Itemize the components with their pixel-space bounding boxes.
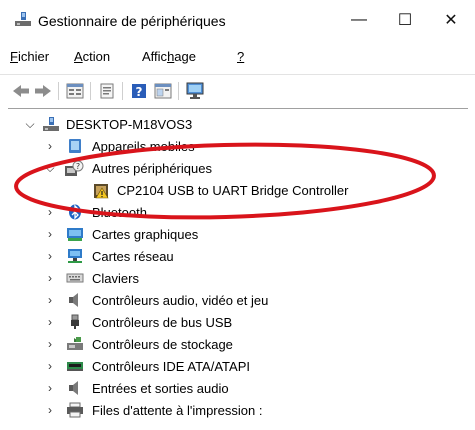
svg-text:?: ? xyxy=(136,85,143,99)
keyboard-icon xyxy=(66,270,84,286)
tree-item-label: Contrôleurs IDE ATA/ATAPI xyxy=(92,359,250,374)
computer-icon xyxy=(42,116,60,132)
update-icon[interactable] xyxy=(152,81,174,101)
tree-item-controleurs-ide[interactable]: › Contrôleurs IDE ATA/ATAPI xyxy=(0,356,475,378)
help-icon[interactable]: ? xyxy=(128,81,150,101)
storage-icon xyxy=(66,336,84,352)
tree-item-label: Claviers xyxy=(92,271,139,286)
tree-item-autres-peripheriques[interactable]: ⌵ ? Autres périphériques xyxy=(0,158,475,180)
chevron-right-icon[interactable]: › xyxy=(44,271,56,285)
view-icon[interactable] xyxy=(96,81,118,101)
tree-item-appareils-mobiles[interactable]: › Appareils mobiles xyxy=(0,136,475,158)
network-adapter-icon xyxy=(66,248,84,264)
svg-text:?: ? xyxy=(76,162,80,171)
maximize-button[interactable]: ☐ xyxy=(382,0,428,40)
chevron-right-icon[interactable]: › xyxy=(44,381,56,395)
chevron-right-icon[interactable]: › xyxy=(44,293,56,307)
warning-device-icon xyxy=(92,182,110,199)
close-button[interactable]: ✕ xyxy=(428,0,474,40)
menu-divider xyxy=(0,74,475,75)
menu-bar: Fichier Action Affichage ? xyxy=(0,44,475,70)
tree-item-entrees-sorties-audio[interactable]: › Entrées et sorties audio xyxy=(0,378,475,400)
mobile-device-icon xyxy=(66,138,84,154)
chevron-down-icon[interactable]: ⌵ xyxy=(24,117,36,131)
menu-help[interactable]: ? xyxy=(237,49,244,64)
tree-item-claviers[interactable]: › Claviers xyxy=(0,268,475,290)
tree-item-cartes-reseau[interactable]: › Cartes réseau xyxy=(0,246,475,268)
tree-item-label: Entrées et sorties audio xyxy=(92,381,229,396)
menu-action[interactable]: Action xyxy=(74,49,110,64)
properties-icon[interactable] xyxy=(64,81,86,101)
back-icon[interactable] xyxy=(10,81,32,101)
menu-affichage[interactable]: Affichage xyxy=(142,49,196,64)
chevron-right-icon[interactable]: › xyxy=(44,315,56,329)
monitor-icon[interactable] xyxy=(184,81,206,101)
ide-icon xyxy=(66,358,84,374)
tree-item-label: CP2104 USB to UART Bridge Controller xyxy=(117,183,349,198)
tree-item-label: Contrôleurs de stockage xyxy=(92,337,233,352)
chevron-right-icon[interactable]: › xyxy=(44,205,56,219)
toolbar: ? xyxy=(0,76,475,106)
tree-item-label: Autres périphériques xyxy=(92,161,212,176)
tree-item-label: Files d'attente à l'impression : xyxy=(92,403,263,418)
tree-item-label: Contrôleurs audio, vidéo et jeu xyxy=(92,293,269,308)
tree-item-label: Appareils mobiles xyxy=(92,139,195,154)
chevron-right-icon[interactable]: › xyxy=(44,359,56,373)
toolbar-separator xyxy=(90,82,91,100)
menu-fichier[interactable]: Fichier xyxy=(10,49,49,64)
tree-item-controleurs-audio[interactable]: › Contrôleurs audio, vidéo et jeu xyxy=(0,290,475,312)
chevron-right-icon[interactable]: › xyxy=(44,249,56,263)
tree-root[interactable]: ⌵ DESKTOP-M18VOS3 xyxy=(0,114,475,136)
toolbar-separator xyxy=(178,82,179,100)
content-border xyxy=(8,108,468,109)
title-bar: Gestionnaire de périphériques — ☐ ✕ xyxy=(0,0,475,40)
tree-item-controleurs-stockage[interactable]: › Contrôleurs de stockage xyxy=(0,334,475,356)
tree-item-label: Bluetooth xyxy=(92,205,147,220)
tree-item-controleurs-usb[interactable]: › Contrôleurs de bus USB xyxy=(0,312,475,334)
audio-icon xyxy=(66,292,84,308)
tree-item-label: Cartes réseau xyxy=(92,249,174,264)
audio-io-icon xyxy=(66,380,84,396)
tree-item-bluetooth[interactable]: › Bluetooth xyxy=(0,202,475,224)
tree-item-cp2104[interactable]: CP2104 USB to UART Bridge Controller xyxy=(0,180,475,202)
chevron-right-icon[interactable]: › xyxy=(44,403,56,417)
forward-icon[interactable] xyxy=(32,81,54,101)
tree-item-label: Cartes graphiques xyxy=(92,227,199,242)
display-adapter-icon xyxy=(66,226,84,242)
tree-item-files-attente-impression[interactable]: › Files d'attente à l'impression : xyxy=(0,400,475,422)
chevron-right-icon[interactable]: › xyxy=(44,227,56,241)
tree-item-label: Contrôleurs de bus USB xyxy=(92,315,233,330)
window-title: Gestionnaire de périphériques xyxy=(38,13,226,29)
unknown-device-icon: ? xyxy=(64,160,84,176)
chevron-right-icon[interactable]: › xyxy=(44,337,56,351)
toolbar-separator xyxy=(122,82,123,100)
minimize-button[interactable]: — xyxy=(336,0,382,40)
usb-icon xyxy=(66,314,84,330)
chevron-down-icon[interactable]: ⌵ xyxy=(44,161,56,175)
chevron-right-icon[interactable]: › xyxy=(44,139,56,153)
bluetooth-icon xyxy=(66,204,84,220)
tree-item-cartes-graphiques[interactable]: › Cartes graphiques xyxy=(0,224,475,246)
toolbar-separator xyxy=(58,82,59,100)
print-queue-icon xyxy=(66,402,84,418)
device-manager-icon xyxy=(14,11,32,30)
tree-root-label: DESKTOP-M18VOS3 xyxy=(66,117,193,132)
